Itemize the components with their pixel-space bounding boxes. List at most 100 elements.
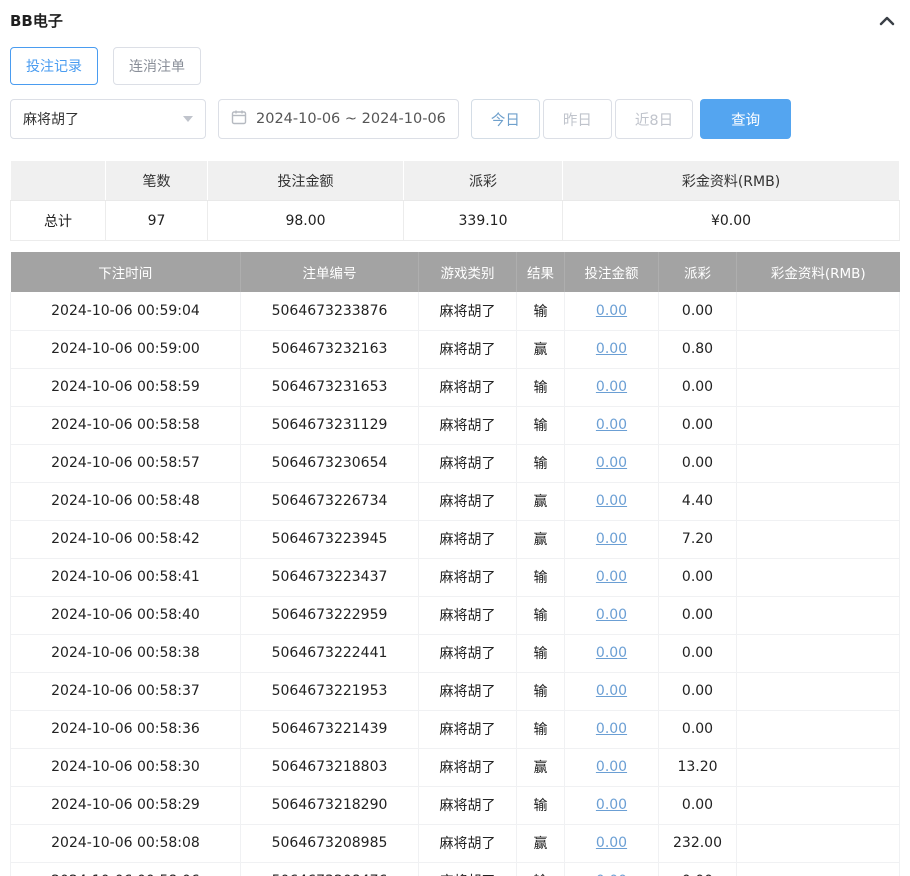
cell-bonus bbox=[737, 368, 900, 406]
cell-bet-time: 2024-10-06 00:58:36 bbox=[11, 710, 241, 748]
cell-game-type: 麻将胡了 bbox=[419, 786, 517, 824]
cell-payout: 0.00 bbox=[659, 444, 737, 482]
header-game-type: 游戏类别 bbox=[419, 252, 517, 292]
chevron-down-icon bbox=[183, 116, 193, 122]
table-row: 2024-10-06 00:58:405064673222959麻将胡了输0.0… bbox=[11, 596, 900, 634]
cell-bet-amount: 0.00 bbox=[565, 634, 659, 672]
bet-amount-link[interactable]: 0.00 bbox=[596, 455, 627, 471]
cell-result: 赢 bbox=[517, 330, 565, 368]
cell-result: 输 bbox=[517, 672, 565, 710]
summary-total-row: 总计 97 98.00 339.10 ¥0.00 bbox=[11, 201, 900, 241]
cell-result: 输 bbox=[517, 406, 565, 444]
bet-amount-link[interactable]: 0.00 bbox=[596, 645, 627, 661]
bet-amount-link[interactable]: 0.00 bbox=[596, 341, 627, 357]
cell-result: 赢 bbox=[517, 824, 565, 862]
tab-cancelled-orders[interactable]: 连消注单 bbox=[113, 47, 201, 85]
bet-amount-link[interactable]: 0.00 bbox=[596, 531, 627, 547]
quick-button-last8days[interactable]: 近8日 bbox=[615, 99, 693, 139]
table-row: 2024-10-06 00:58:575064673230654麻将胡了输0.0… bbox=[11, 444, 900, 482]
cell-order-id: 5064673208985 bbox=[241, 824, 419, 862]
tabs: 投注记录 连消注单 bbox=[10, 47, 900, 85]
cell-order-id: 5064673223437 bbox=[241, 558, 419, 596]
page: BB电子 投注记录 连消注单 麻将胡了 2024-10-06 ~ 2024-10… bbox=[0, 0, 910, 876]
table-row: 2024-10-06 00:58:385064673222441麻将胡了输0.0… bbox=[11, 634, 900, 672]
table-row: 2024-10-06 00:58:415064673223437麻将胡了输0.0… bbox=[11, 558, 900, 596]
cell-payout: 13.20 bbox=[659, 748, 737, 786]
bet-amount-link[interactable]: 0.00 bbox=[596, 683, 627, 699]
cell-payout: 0.00 bbox=[659, 368, 737, 406]
cell-bet-time: 2024-10-06 00:58:30 bbox=[11, 748, 241, 786]
cell-bonus bbox=[737, 444, 900, 482]
bet-amount-link[interactable]: 0.00 bbox=[596, 835, 627, 851]
summary-header-bonus: 彩金资料(RMB) bbox=[563, 161, 900, 201]
cell-game-type: 麻将胡了 bbox=[419, 596, 517, 634]
cell-result: 输 bbox=[517, 558, 565, 596]
cell-payout: 0.00 bbox=[659, 710, 737, 748]
header-bet-time: 下注时间 bbox=[11, 252, 241, 292]
cell-bet-time: 2024-10-06 00:58:29 bbox=[11, 786, 241, 824]
top-bar: BB电子 bbox=[10, 8, 900, 31]
bet-amount-link[interactable]: 0.00 bbox=[596, 569, 627, 585]
cell-bonus bbox=[737, 786, 900, 824]
table-row: 2024-10-06 00:59:045064673233876麻将胡了输0.0… bbox=[11, 292, 900, 330]
summary-table: 笔数 投注金额 派彩 彩金资料(RMB) 总计 97 98.00 339.10 … bbox=[10, 160, 900, 241]
cell-result: 输 bbox=[517, 862, 565, 876]
header-payout: 派彩 bbox=[659, 252, 737, 292]
quick-button-today[interactable]: 今日 bbox=[471, 99, 540, 139]
cell-bet-time: 2024-10-06 00:58:06 bbox=[11, 862, 241, 876]
cell-bonus bbox=[737, 520, 900, 558]
cell-order-id: 5064673231129 bbox=[241, 406, 419, 444]
chevron-up-icon bbox=[878, 16, 896, 31]
filter-row: 麻将胡了 2024-10-06 ~ 2024-10-06 今日 昨日 近8日 查… bbox=[10, 99, 900, 139]
cell-game-type: 麻将胡了 bbox=[419, 520, 517, 558]
cell-bet-time: 2024-10-06 00:59:00 bbox=[11, 330, 241, 368]
cell-bet-amount: 0.00 bbox=[565, 330, 659, 368]
cell-bet-time: 2024-10-06 00:58:40 bbox=[11, 596, 241, 634]
search-button[interactable]: 查询 bbox=[700, 99, 791, 139]
tab-bet-records[interactable]: 投注记录 bbox=[10, 47, 98, 85]
cell-order-id: 5064673221439 bbox=[241, 710, 419, 748]
game-select[interactable]: 麻将胡了 bbox=[10, 99, 206, 139]
cell-bet-amount: 0.00 bbox=[565, 862, 659, 876]
table-row: 2024-10-06 00:58:295064673218290麻将胡了输0.0… bbox=[11, 786, 900, 824]
cell-payout: 0.00 bbox=[659, 558, 737, 596]
summary-header-bet-amount: 投注金额 bbox=[208, 161, 404, 201]
table-row: 2024-10-06 00:58:595064673231653麻将胡了输0.0… bbox=[11, 368, 900, 406]
cell-bet-amount: 0.00 bbox=[565, 558, 659, 596]
bet-amount-link[interactable]: 0.00 bbox=[596, 379, 627, 395]
cell-bonus bbox=[737, 596, 900, 634]
summary-total-bonus: ¥0.00 bbox=[563, 201, 900, 241]
bet-amount-link[interactable]: 0.00 bbox=[596, 721, 627, 737]
cell-payout: 0.00 bbox=[659, 406, 737, 444]
cell-game-type: 麻将胡了 bbox=[419, 444, 517, 482]
game-select-value: 麻将胡了 bbox=[23, 109, 79, 129]
bet-amount-link[interactable]: 0.00 bbox=[596, 493, 627, 509]
cell-bet-amount: 0.00 bbox=[565, 748, 659, 786]
cell-payout: 0.00 bbox=[659, 292, 737, 330]
cell-bet-amount: 0.00 bbox=[565, 596, 659, 634]
cell-bonus bbox=[737, 406, 900, 444]
bet-amount-link[interactable]: 0.00 bbox=[596, 303, 627, 319]
bet-amount-link[interactable]: 0.00 bbox=[596, 607, 627, 623]
header-result: 结果 bbox=[517, 252, 565, 292]
table-row: 2024-10-06 00:58:305064673218803麻将胡了赢0.0… bbox=[11, 748, 900, 786]
cell-order-id: 5064673218803 bbox=[241, 748, 419, 786]
collapse-button[interactable] bbox=[876, 12, 898, 30]
summary-total-count: 97 bbox=[106, 201, 208, 241]
cell-order-id: 5064673208476 bbox=[241, 862, 419, 876]
cell-bet-time: 2024-10-06 00:58:41 bbox=[11, 558, 241, 596]
bet-amount-link[interactable]: 0.00 bbox=[596, 759, 627, 775]
cell-bonus bbox=[737, 748, 900, 786]
bet-amount-link[interactable]: 0.00 bbox=[596, 417, 627, 433]
table-row: 2024-10-06 00:58:485064673226734麻将胡了赢0.0… bbox=[11, 482, 900, 520]
cell-result: 输 bbox=[517, 786, 565, 824]
cell-game-type: 麻将胡了 bbox=[419, 748, 517, 786]
cell-bonus bbox=[737, 672, 900, 710]
table-row: 2024-10-06 00:58:085064673208985麻将胡了赢0.0… bbox=[11, 824, 900, 862]
cell-order-id: 5064673230654 bbox=[241, 444, 419, 482]
cell-payout: 4.40 bbox=[659, 482, 737, 520]
cell-game-type: 麻将胡了 bbox=[419, 710, 517, 748]
quick-button-yesterday[interactable]: 昨日 bbox=[543, 99, 612, 139]
bet-amount-link[interactable]: 0.00 bbox=[596, 797, 627, 813]
date-range-picker[interactable]: 2024-10-06 ~ 2024-10-06 bbox=[218, 99, 459, 139]
